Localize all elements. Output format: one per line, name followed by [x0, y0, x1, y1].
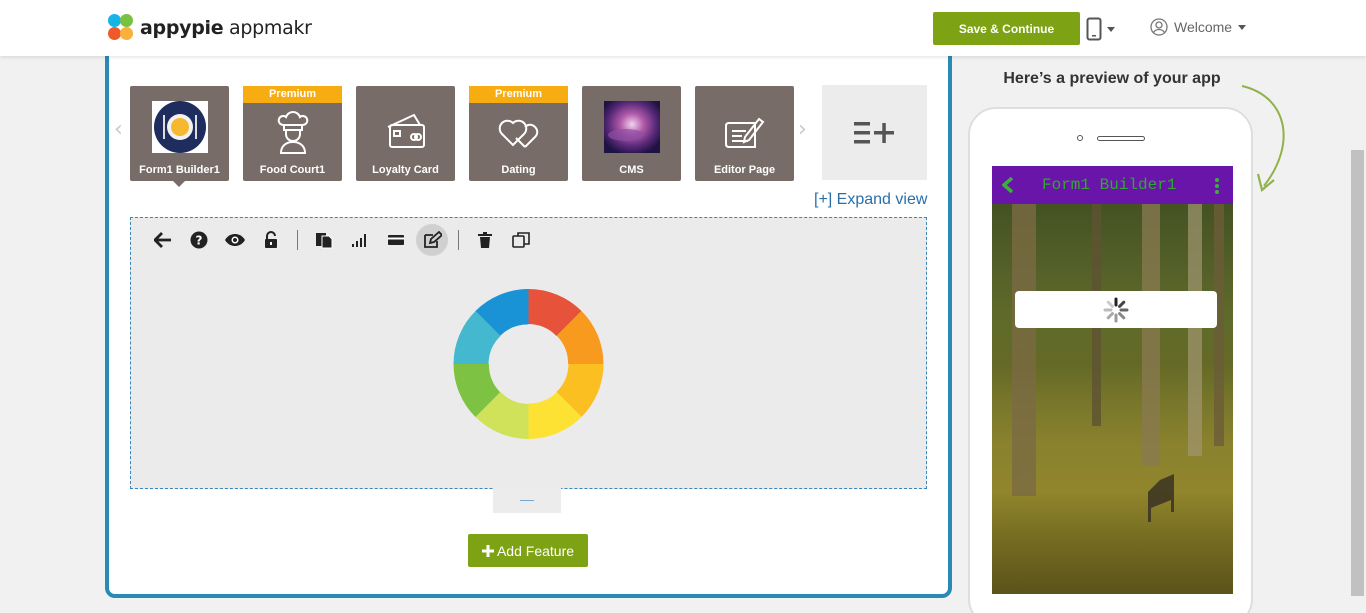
preview-eye-icon[interactable] [217, 224, 253, 256]
toolbar-divider [297, 230, 298, 250]
logo[interactable]: appypie appmakr [108, 14, 312, 42]
device-selector[interactable] [1086, 16, 1122, 42]
premium-badge: Premium [469, 86, 568, 103]
mobile-phone-icon [1086, 17, 1102, 41]
duplicate-icon[interactable] [503, 224, 539, 256]
page-scrollbar-thumb[interactable] [1351, 150, 1364, 596]
page-tile-label: Editor Page [713, 164, 776, 176]
expand-view-link[interactable]: [+] Expand view [814, 191, 927, 209]
chevron-down-icon [1238, 24, 1247, 30]
add-feature-label: Add Feature [496, 542, 575, 559]
page-tile-form1-builder1[interactable]: Form1 Builder1 [130, 86, 229, 181]
editor-toolbar: ? [145, 224, 539, 256]
galaxy-image [603, 101, 660, 153]
app-bar: Form1 Builder1 [992, 166, 1233, 204]
more-vertical-icon[interactable] [1214, 177, 1220, 195]
page-tile-label: Dating [501, 164, 536, 176]
pages-prev-arrow-icon[interactable]: ‹ [114, 117, 123, 142]
spinner-icon [1103, 297, 1129, 322]
forest-background-image [992, 166, 1233, 594]
add-list-icon [853, 121, 894, 143]
loading-spinner-icon [453, 289, 604, 439]
card-icon [381, 106, 431, 156]
food-plate-image [151, 101, 208, 153]
chef-icon [268, 108, 318, 158]
back-arrow-icon[interactable] [145, 224, 181, 256]
phone-speaker [1097, 136, 1145, 141]
page-tile-label: Food Court1 [259, 164, 326, 176]
welcome-label: Welcome [1174, 19, 1233, 35]
top-bar: appypie appmakr Save & Continue Welcome [0, 0, 1366, 56]
svg-text:?: ? [196, 234, 203, 248]
collapse-handle[interactable] [493, 487, 561, 513]
pages-next-arrow-icon[interactable]: › [798, 117, 807, 142]
logo-bold: appypie [140, 17, 224, 39]
add-feature-button[interactable]: Add Feature [468, 534, 588, 567]
plus-icon [481, 544, 494, 557]
save-continue-button[interactable]: Save & Continue [933, 12, 1080, 45]
phone-screen: Form1 Builder1 [992, 166, 1233, 594]
user-circle-icon [1150, 18, 1168, 36]
logo-mark-icon [108, 14, 134, 42]
delete-icon[interactable] [467, 224, 503, 256]
signal-bars-icon[interactable] [342, 224, 378, 256]
page-tile-label: Loyalty Card [372, 164, 439, 176]
loading-bar [1015, 291, 1217, 328]
page-tile-loyalty-card[interactable]: Loyalty Card [356, 86, 455, 181]
logo-light: appmakr [223, 17, 312, 39]
back-chevron-icon[interactable] [1002, 177, 1014, 193]
active-page-pointer [172, 180, 186, 187]
add-page-button[interactable] [822, 85, 927, 180]
edit-icon[interactable] [416, 224, 448, 256]
chevron-down-icon [1107, 26, 1115, 32]
page-tile-editor-page[interactable]: Editor Page [695, 86, 794, 181]
lock-icon[interactable] [253, 224, 289, 256]
page-tile-cms[interactable]: CMS [582, 86, 681, 181]
toolbar-divider [458, 230, 459, 250]
hearts-icon [494, 108, 544, 158]
premium-badge: Premium [243, 86, 342, 103]
card-icon[interactable] [378, 224, 414, 256]
edit-document-icon [720, 108, 770, 158]
page-tile-dating[interactable]: Premium Dating [469, 86, 568, 181]
preview-title: Here’s a preview of your app [1003, 70, 1221, 87]
copy-pages-icon[interactable] [306, 224, 342, 256]
page-tile-label: CMS [619, 164, 644, 176]
logo-text: appypie appmakr [140, 17, 312, 39]
page-tile-label: Form1 Builder1 [139, 164, 220, 176]
app-bar-title: Form1 Builder1 [1042, 176, 1177, 194]
help-icon[interactable]: ? [181, 224, 217, 256]
page-tile-food-court1[interactable]: Premium Food Court1 [243, 86, 342, 181]
phone-camera [1077, 135, 1083, 141]
user-menu[interactable]: Welcome [1150, 18, 1247, 36]
